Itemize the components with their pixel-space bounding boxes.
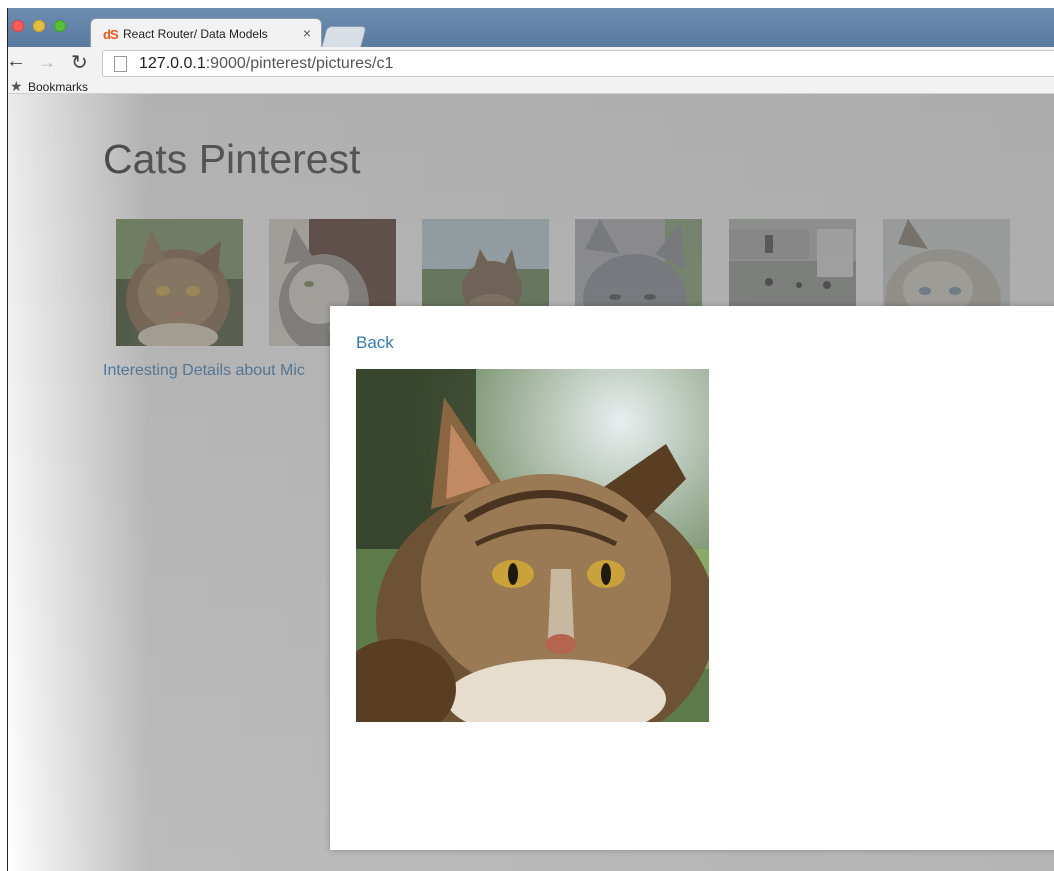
page-content: Cats Pinterest Interesting Details about… [8, 94, 1054, 871]
address-bar[interactable]: 127.0.0.1:9000/pinterest/pictures/c1 [102, 50, 1054, 77]
url-host: 127.0.0.1 [139, 55, 206, 72]
title-bar: dS React Router/ Data Models × [8, 8, 1054, 48]
browser-toolbar: ← → ↻ 127.0.0.1:9000/pinterest/pictures/… [8, 47, 1054, 94]
browser-tab[interactable]: dS React Router/ Data Models × [90, 18, 322, 48]
new-tab-button[interactable] [321, 26, 367, 48]
close-window-button[interactable] [12, 20, 24, 32]
bookmarks-label: Bookmarks [28, 80, 89, 94]
picture-modal: Back [330, 306, 1054, 850]
browser-window: dS React Router/ Data Models × ← → ↻ 127… [7, 8, 1054, 871]
maine-coon-cat-icon [356, 369, 709, 722]
cat-thumb-1[interactable] [116, 219, 243, 346]
star-icon: ★ [10, 78, 23, 94]
tab-close-icon[interactable]: × [303, 25, 311, 41]
cat-details-link[interactable]: Interesting Details about Mic [103, 362, 305, 380]
minimize-window-button[interactable] [33, 20, 45, 32]
page-title: Cats Pinterest [103, 136, 361, 182]
back-arrow-icon[interactable]: ← [8, 50, 26, 73]
page-icon [114, 56, 127, 72]
favicon-icon: dS [103, 27, 119, 42]
maine-coon-cat-icon [116, 219, 243, 346]
cat-picture [356, 369, 709, 722]
maximize-window-button[interactable] [54, 20, 66, 32]
forward-arrow-icon[interactable]: → [38, 52, 56, 73]
back-link[interactable]: Back [356, 333, 394, 353]
reload-icon[interactable]: ↻ [71, 50, 88, 75]
url-path: :9000/pinterest/pictures/c1 [205, 55, 394, 72]
tab-title: React Router/ Data Models [123, 27, 268, 41]
url-text: 127.0.0.1:9000/pinterest/pictures/c1 [139, 55, 393, 73]
